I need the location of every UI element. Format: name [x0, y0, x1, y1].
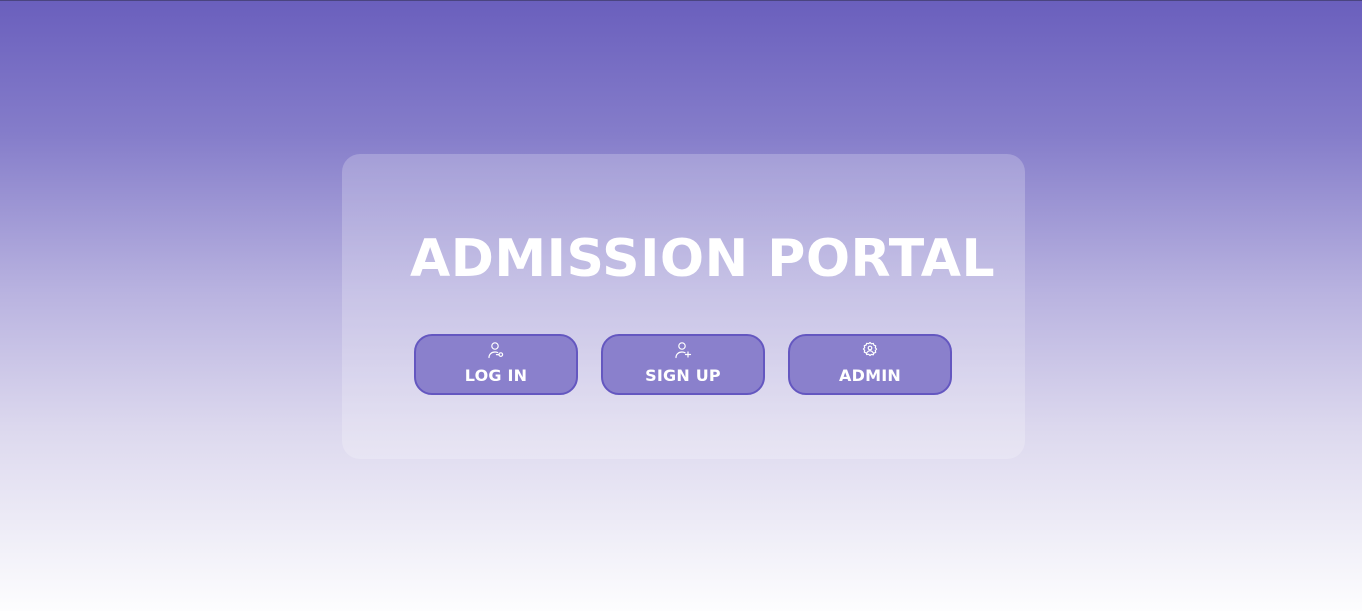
user-key-icon	[487, 341, 505, 359]
signup-button[interactable]: SIGN UP	[601, 334, 765, 395]
top-border-line	[0, 0, 1362, 1]
admin-button-label: ADMIN	[839, 366, 901, 385]
login-button[interactable]: LOG IN	[414, 334, 578, 395]
user-gear-icon	[861, 341, 879, 359]
portal-card	[342, 154, 1025, 459]
login-button-label: LOG IN	[464, 366, 528, 385]
signup-button-label: SIGN UP	[645, 366, 721, 385]
user-add-icon	[674, 341, 692, 359]
admin-button[interactable]: ADMIN	[788, 334, 952, 395]
page-title: ADMISSION PORTAL	[410, 229, 996, 289]
